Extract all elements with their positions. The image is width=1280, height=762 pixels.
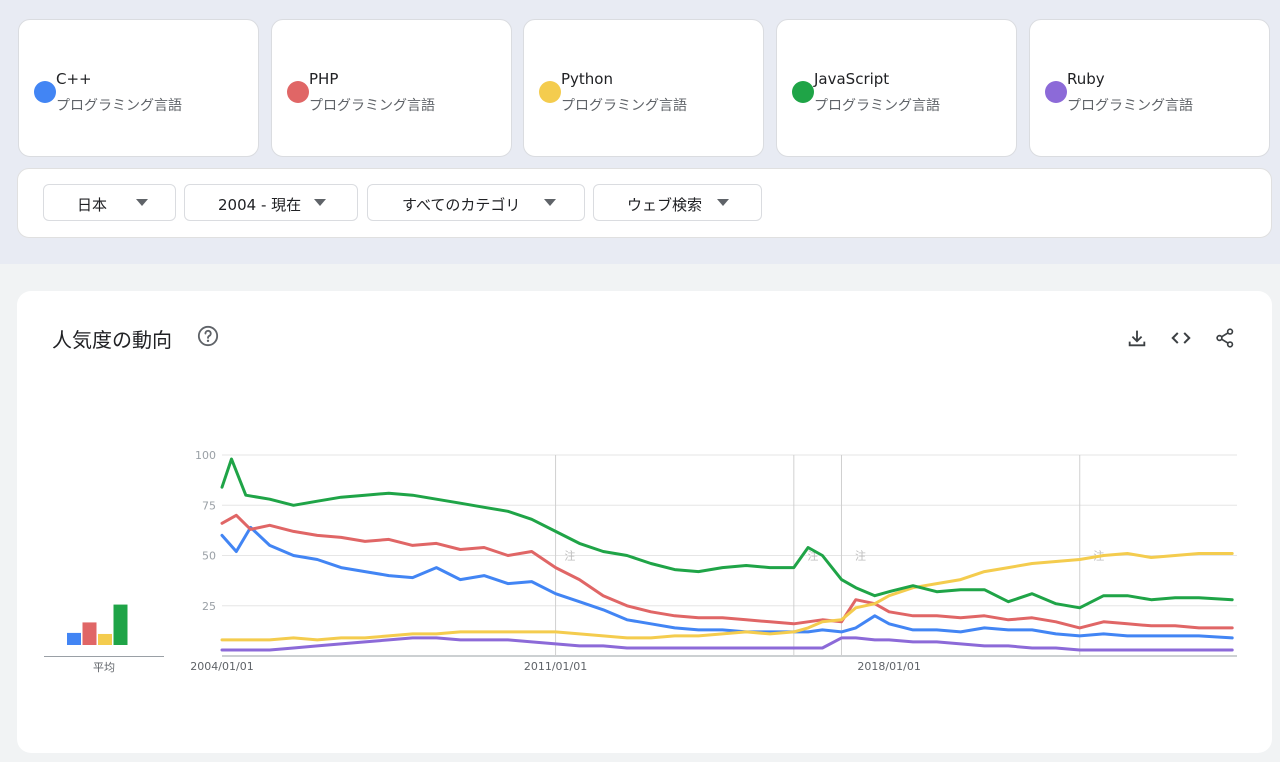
category-dropdown[interactable]: すべてのカテゴリ bbox=[367, 184, 585, 221]
series-line-cpp[interactable] bbox=[220, 525, 1234, 640]
chevron-down-icon bbox=[717, 199, 729, 206]
term-name: Ruby bbox=[1067, 70, 1105, 88]
term-category: プログラミング言語 bbox=[309, 98, 435, 114]
series-color-dot bbox=[792, 81, 814, 103]
term-category: プログラミング言語 bbox=[814, 98, 940, 114]
series-color-dot bbox=[287, 81, 309, 103]
chevron-down-icon bbox=[544, 199, 556, 206]
term-card-php[interactable]: PHP プログラミング言語 bbox=[271, 19, 512, 157]
average-bar-chart bbox=[67, 604, 128, 645]
term-category: プログラミング言語 bbox=[561, 98, 687, 114]
average-label: 平均 bbox=[93, 661, 115, 674]
term-name: PHP bbox=[309, 70, 339, 88]
series-color-dot bbox=[34, 81, 56, 103]
chevron-down-icon bbox=[136, 199, 148, 206]
time-range-dropdown[interactable]: 2004 - 現在 bbox=[184, 184, 358, 221]
term-card-python[interactable]: Python プログラミング言語 bbox=[523, 19, 764, 157]
region-label: 日本 bbox=[77, 196, 108, 214]
term-name: Python bbox=[561, 70, 613, 88]
region-dropdown[interactable]: 日本 bbox=[43, 184, 176, 221]
term-card-cpp[interactable]: C++ プログラミング言語 bbox=[18, 19, 259, 157]
interest-line-chart[interactable]: 100755025 注注注注 2004/01/01 2011/01/01 2018/… bbox=[186, 445, 1246, 675]
panel-title: 人気度の動向 bbox=[52, 328, 172, 352]
series-color-dot bbox=[539, 81, 561, 103]
search-property-dropdown[interactable]: ウェブ検索 bbox=[593, 184, 762, 221]
term-category: プログラミング言語 bbox=[56, 98, 182, 114]
average-axis: 平均 bbox=[44, 656, 164, 674]
x-tick-label: 2004/01/01 bbox=[190, 660, 253, 673]
series-color-dot bbox=[1045, 81, 1067, 103]
term-name: JavaScript bbox=[814, 70, 890, 88]
chevron-down-icon bbox=[314, 199, 326, 206]
average-bar-php[interactable] bbox=[82, 622, 97, 645]
y-tick-label: 75 bbox=[202, 499, 216, 512]
time-range-label: 2004 - 現在 bbox=[218, 196, 302, 214]
y-tick-label: 50 bbox=[202, 550, 216, 563]
annotation-marker[interactable]: 注 bbox=[855, 549, 866, 563]
average-bar-cpp[interactable] bbox=[67, 632, 81, 645]
x-tick-label: 2011/01/01 bbox=[524, 660, 587, 673]
filter-bar: 日本 2004 - 現在 すべてのカテゴリ ウェブ検索 bbox=[17, 168, 1272, 238]
search-property-label: ウェブ検索 bbox=[627, 196, 703, 214]
category-label: すべてのカテゴリ bbox=[402, 196, 521, 214]
series-line-ruby[interactable] bbox=[220, 636, 1234, 652]
average-bar-python[interactable] bbox=[98, 633, 112, 645]
help-icon[interactable] bbox=[197, 325, 219, 347]
y-tick-label: 25 bbox=[202, 600, 216, 613]
average-bar-javascript[interactable] bbox=[113, 604, 128, 645]
term-name: C++ bbox=[56, 70, 92, 88]
term-category: プログラミング言語 bbox=[1067, 98, 1193, 114]
embed-code-icon[interactable] bbox=[1170, 327, 1192, 349]
share-icon[interactable] bbox=[1214, 327, 1236, 349]
y-tick-label: 100 bbox=[195, 449, 216, 462]
download-icon[interactable] bbox=[1126, 327, 1148, 349]
x-tick-label: 2018/01/01 bbox=[857, 660, 920, 673]
annotation-marker[interactable]: 注 bbox=[564, 549, 575, 563]
term-card-ruby[interactable]: Ruby プログラミング言語 bbox=[1029, 19, 1270, 157]
series-line-javascript[interactable] bbox=[220, 457, 1234, 610]
term-card-javascript[interactable]: JavaScript プログラミング言語 bbox=[776, 19, 1017, 157]
